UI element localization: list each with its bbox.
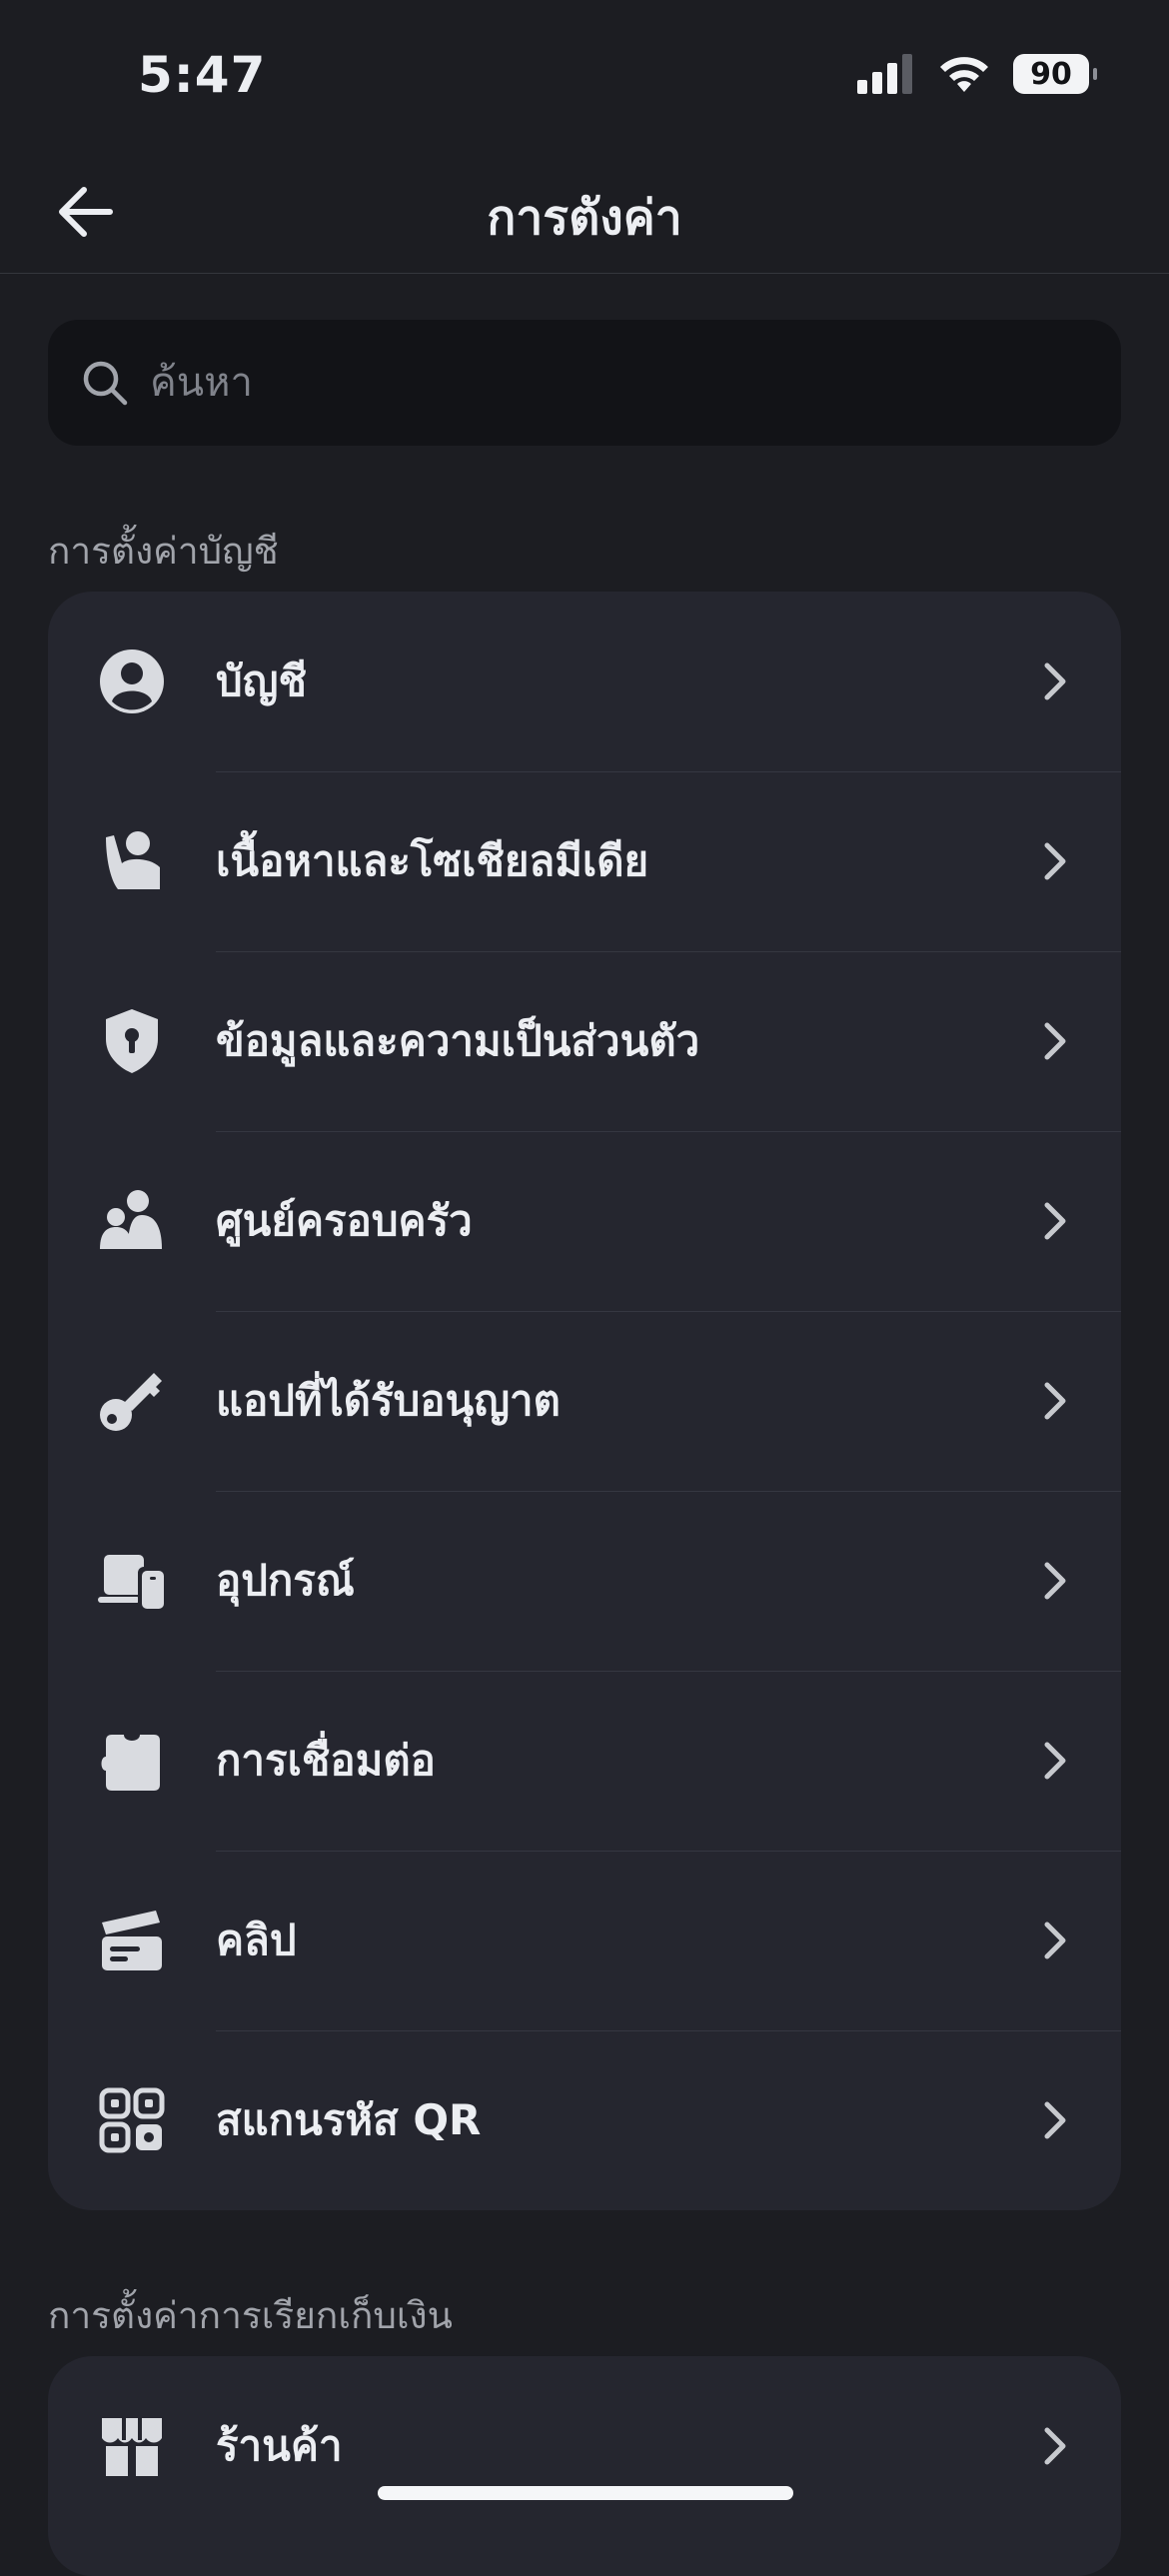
settings-item-label: สแกนรหัส QR [216,2095,482,2144]
settings-item-qr-scan[interactable]: สแกนรหัส QR [48,2030,1121,2210]
chevron-right-icon [1027,1733,1083,1789]
settings-item-content-social[interactable]: เนื้อหาและโซเชียลมีเดีย [48,771,1121,951]
status-bar: 5:47 90 [0,0,1169,150]
chevron-right-icon [1027,1913,1083,1968]
puzzle-icon [96,1725,168,1797]
account-icon [96,645,168,717]
clapperboard-icon [96,1905,168,1976]
settings-item-devices[interactable]: อุปกรณ์ [48,1491,1121,1671]
chevron-right-icon [1027,653,1083,709]
devices-icon [96,1545,168,1617]
settings-item-clips[interactable]: คลิป [48,1851,1121,2030]
chevron-right-icon [1027,833,1083,889]
search-input[interactable] [150,360,1049,406]
settings-item-authorized-apps[interactable]: แอปที่ได้รับอนุญาต [48,1311,1121,1491]
status-icons: 90 [857,54,1097,94]
cellular-signal-icon [857,54,912,94]
settings-item-label: ร้านค้า [216,2421,343,2470]
status-time: 5:47 [138,46,267,104]
nav-bar: การตังค่า [0,150,1169,274]
settings-item-label: อุปกรณ์ [216,1556,355,1605]
chevron-right-icon [1027,1193,1083,1249]
chevron-right-icon [1027,1013,1083,1069]
content-social-icon [96,825,168,897]
settings-item-label: บัญชี [216,656,307,705]
key-icon [96,1365,168,1437]
section-header-billing: การตั้งค่าการเรียกเก็บเงิน [48,2294,453,2337]
settings-item-label: แอปที่ได้รับอนุญาต [216,1376,561,1425]
settings-item-store[interactable]: ร้านค้า [48,2356,1121,2536]
privacy-shield-icon [96,1005,168,1077]
chevron-right-icon [1027,2092,1083,2148]
settings-item-family-center[interactable]: ศูนย์ครอบครัว [48,1131,1121,1311]
section-header-account: การตั้งค่าบัญชี [48,530,279,573]
settings-item-label: การเชื่อมต่อ [216,1736,436,1785]
settings-item-label: ข้อมูลและความเป็นส่วนตัว [216,1016,700,1065]
chevron-right-icon [1027,1373,1083,1429]
chevron-right-icon [1027,1553,1083,1609]
family-icon [96,1185,168,1257]
billing-settings-card: ร้านค้า [48,2356,1121,2576]
home-indicator[interactable] [378,2486,793,2500]
store-icon [96,2410,168,2482]
qr-scan-icon [96,2084,168,2156]
page-title: การตังค่า [487,190,682,246]
settings-item-label: คลิป [216,1916,297,1964]
chevron-right-icon [1027,2418,1083,2474]
wifi-icon [940,57,988,92]
battery-level: 90 [1030,56,1072,92]
account-settings-card: บัญชี เนื้อหาและโซเชียลมีเดีย ข้อมูลและค… [48,592,1121,2210]
search-icon [83,361,128,406]
settings-item-account[interactable]: บัญชี [48,592,1121,771]
settings-item-connections[interactable]: การเชื่อมต่อ [48,1671,1121,1851]
settings-item-label: เนื้อหาและโซเชียลมีเดีย [216,836,649,885]
battery-indicator: 90 [1013,54,1097,94]
settings-item-label: ศูนย์ครอบครัว [216,1196,473,1245]
search-bar[interactable] [48,320,1121,446]
settings-item-privacy[interactable]: ข้อมูลและความเป็นส่วนตัว [48,951,1121,1131]
